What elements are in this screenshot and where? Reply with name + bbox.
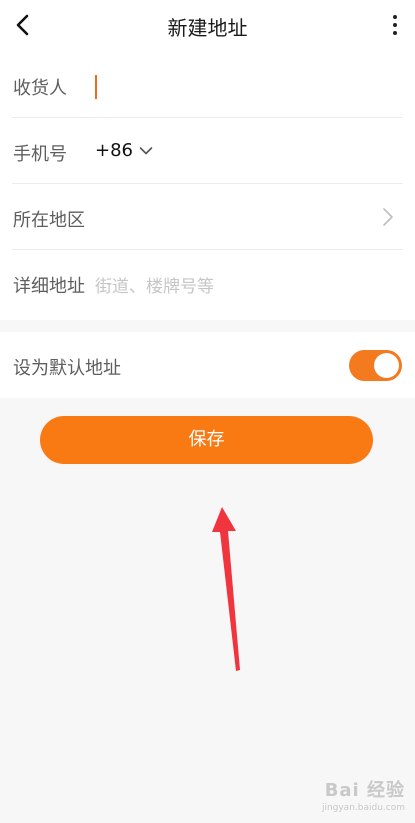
default-address-label: 设为默认地址 xyxy=(13,358,121,379)
save-button[interactable]: 保存 xyxy=(40,416,373,464)
more-vertical-icon xyxy=(393,15,397,19)
chevron-down-icon xyxy=(139,146,153,154)
toggle-knob xyxy=(374,353,399,378)
watermark-main: Bai 经验 xyxy=(324,780,405,801)
detail-address-input[interactable]: 街道、楼牌号等 xyxy=(95,272,214,297)
recipient-label: 收货人 xyxy=(13,78,67,99)
recipient-row[interactable]: 收货人 xyxy=(0,52,415,118)
phone-row[interactable]: 手机号 +86 xyxy=(0,118,415,184)
country-code-select[interactable]: +86 xyxy=(95,140,153,161)
phone-label: 手机号 xyxy=(13,144,67,165)
page-title: 新建地址 xyxy=(167,16,248,40)
chevron-right-icon xyxy=(383,208,393,226)
region-label: 所在地区 xyxy=(13,210,85,231)
country-code-value: +86 xyxy=(95,140,133,161)
address-form: 收货人 手机号 +86 所在地区 详细地址 街道、楼牌号等 xyxy=(0,52,415,320)
top-nav-bar: 新建地址 xyxy=(0,0,415,52)
default-address-toggle[interactable] xyxy=(349,350,402,381)
watermark-logo: Bai 经验 jingyan.baidu.com xyxy=(322,776,405,813)
recipient-input[interactable] xyxy=(95,70,295,100)
more-button[interactable] xyxy=(385,12,405,38)
watermark-sub: jingyan.baidu.com xyxy=(321,803,405,813)
region-row[interactable]: 所在地区 xyxy=(0,184,415,250)
detail-address-label: 详细地址 xyxy=(13,276,85,297)
detail-address-row[interactable]: 详细地址 街道、楼牌号等 xyxy=(0,250,415,316)
